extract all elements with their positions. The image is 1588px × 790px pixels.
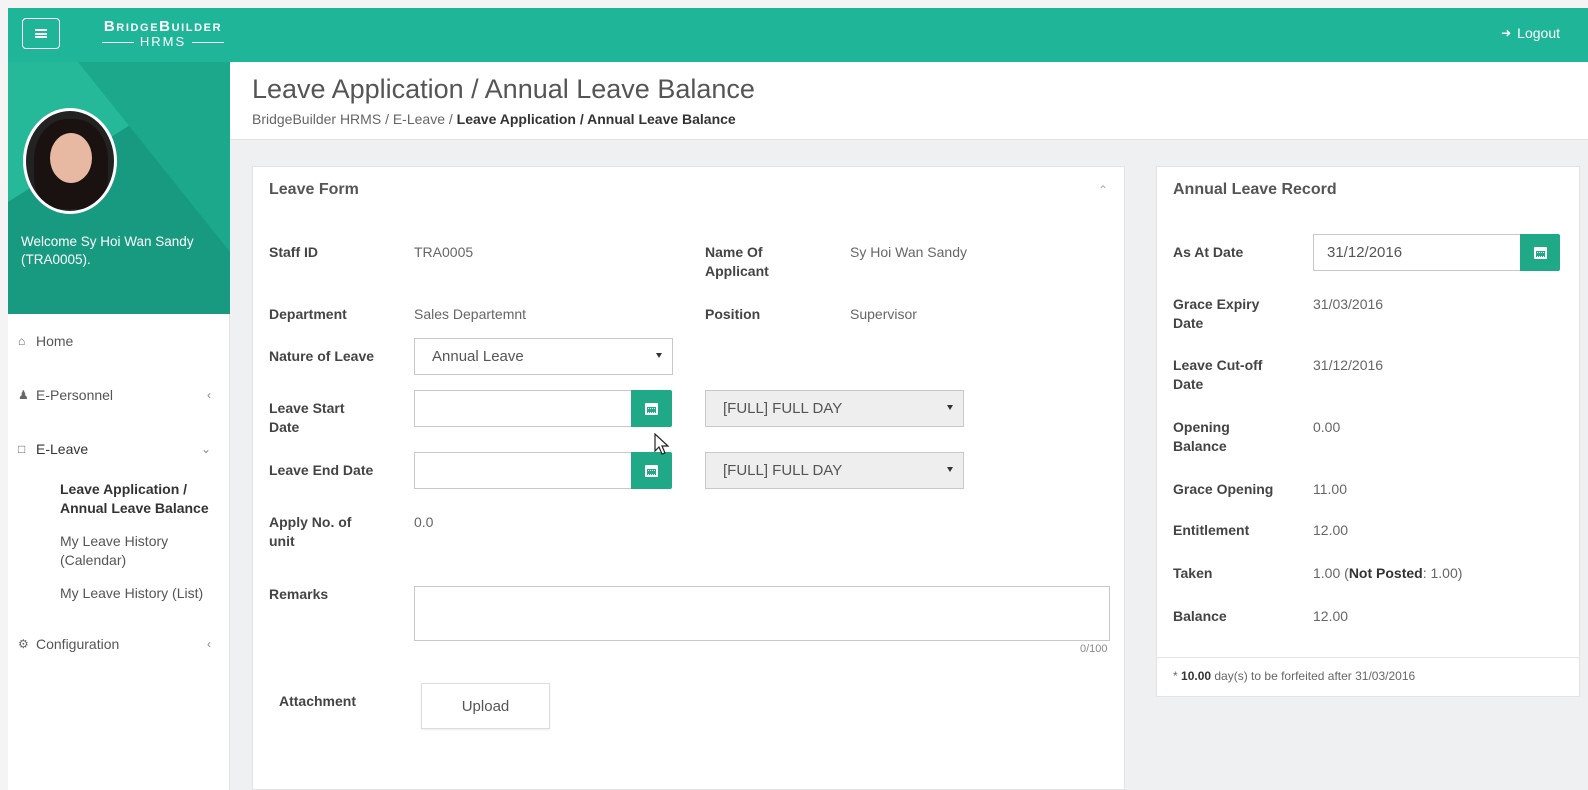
grace-expiry-date-label: Grace Expiry Date: [1173, 296, 1260, 331]
calendar-icon: [645, 464, 658, 477]
page-title: Leave Application / Annual Leave Balance: [252, 74, 755, 104]
avatar: [23, 108, 117, 214]
position-value: Supervisor: [850, 306, 917, 322]
department-value: Sales Departemnt: [414, 306, 527, 322]
start-period-select[interactable]: [FULL] FULL DAY: [705, 390, 964, 427]
annual-leave-record-panel: Annual Leave Record As At Date 31/12/201…: [1156, 166, 1580, 697]
sign-out-icon: ➜: [1501, 26, 1512, 40]
apply-units-value: 0.0: [414, 514, 434, 530]
opening-balance-value: 0.00: [1313, 419, 1341, 435]
sidebar-item-configuration[interactable]: ⚙ Configuration ‹: [8, 617, 229, 671]
leave-start-date-input[interactable]: [414, 390, 632, 427]
page-header: Leave Application / Annual Leave Balance…: [230, 62, 1588, 140]
grace-opening-value: 11.00: [1313, 481, 1347, 497]
chevron-up-icon[interactable]: ⌃: [1098, 183, 1108, 197]
chevron-left-icon: ‹: [207, 637, 211, 651]
as-at-date-input[interactable]: 31/12/2016: [1313, 234, 1521, 271]
app-window: BridgeBuilder HRMS ➜ Logout Welcome Sy H…: [8, 8, 1588, 790]
leave-form-panel: Leave Form ⌃ Staff ID TRA0005 Name Of Ap…: [252, 166, 1125, 790]
position-label: Position: [705, 306, 761, 322]
end-period-select[interactable]: [FULL] FULL DAY: [705, 452, 964, 489]
remarks-label: Remarks: [269, 586, 329, 602]
hamburger-icon: [35, 29, 47, 38]
applicant-name-value: Sy Hoi Wan Sandy: [850, 244, 967, 260]
annual-leave-record-title: Annual Leave Record: [1173, 181, 1337, 198]
cogs-icon: ⚙: [18, 637, 29, 651]
taken-value: 1.00 (Not Posted: 1.00): [1313, 565, 1463, 581]
brand-subtitle: HRMS: [139, 34, 187, 49]
department-label: Department: [269, 306, 347, 322]
sidebar-item-e-personnel[interactable]: ♟ E-Personnel ‹: [8, 368, 229, 422]
caret-down-icon: [947, 467, 953, 472]
leave-form-title: Leave Form: [269, 181, 359, 198]
leave-cutoff-date-label: Leave Cut-off Date: [1173, 357, 1263, 392]
leave-end-date-label: Leave End Date: [269, 462, 374, 478]
upload-button[interactable]: Upload: [421, 683, 550, 729]
staff-id-label: Staff ID: [269, 244, 318, 260]
welcome-text: Welcome Sy Hoi Wan Sandy (TRA0005).: [21, 234, 194, 267]
home-icon: ⌂: [18, 334, 26, 348]
balance-label: Balance: [1173, 608, 1227, 624]
logout-label: Logout: [1517, 25, 1560, 41]
not-posted-value: : 1.00): [1422, 565, 1463, 581]
breadcrumb-home[interactable]: BridgeBuilder HRMS: [252, 111, 381, 127]
breadcrumb-current: Leave Application / Annual Leave Balance: [456, 111, 736, 127]
apply-units-label: Apply No. of unit: [269, 514, 352, 549]
e-leave-submenu: Leave Application / Annual Leave Balance…: [8, 476, 229, 603]
balance-value: 12.00: [1313, 608, 1349, 624]
as-at-date-label: As At Date: [1173, 244, 1244, 260]
brand-name: BridgeBuilder: [103, 18, 223, 35]
submenu-leave-application[interactable]: Leave Application / Annual Leave Balance: [60, 480, 229, 518]
taken-label: Taken: [1173, 565, 1213, 581]
breadcrumb: BridgeBuilder HRMS / E-Leave / Leave App…: [252, 111, 736, 127]
forfeit-note: * 10.00 day(s) to be forfeited after 31/…: [1157, 657, 1579, 694]
not-posted-label: Not Posted: [1348, 565, 1423, 581]
brand-logo[interactable]: BridgeBuilder HRMS: [83, 19, 243, 49]
as-at-date-picker-button[interactable]: [1520, 234, 1560, 271]
sidebar-item-e-leave[interactable]: □ E-Leave ⌄: [8, 422, 229, 476]
caret-down-icon: [656, 353, 662, 358]
nature-of-leave-select[interactable]: Annual Leave: [414, 338, 673, 375]
mouse-cursor-icon: [654, 433, 670, 455]
opening-balance-label: Opening Balance: [1173, 419, 1230, 454]
applicant-name-label: Name Of Applicant: [705, 244, 769, 279]
staff-id-value: TRA0005: [414, 244, 474, 260]
breadcrumb-e-leave[interactable]: E-Leave: [393, 111, 445, 127]
nature-of-leave-label: Nature of Leave: [269, 348, 375, 364]
chevron-down-icon: ⌄: [200, 442, 211, 456]
entitlement-value: 12.00: [1313, 522, 1349, 538]
sidebar: Welcome Sy Hoi Wan Sandy (TRA0005). ⌂ Ho…: [8, 62, 230, 790]
calendar-icon: □: [18, 442, 26, 456]
sidebar-item-home[interactable]: ⌂ Home: [8, 314, 229, 368]
start-date-picker-button[interactable]: [631, 390, 672, 427]
remarks-char-counter: 0/100: [1080, 643, 1108, 655]
user-icon: ♟: [18, 388, 29, 402]
attachment-label: Attachment: [279, 693, 357, 709]
entitlement-label: Entitlement: [1173, 522, 1250, 538]
submenu-leave-history-list[interactable]: My Leave History (List): [60, 584, 229, 603]
leave-start-date-label: Leave Start Date: [269, 400, 345, 435]
profile-panel: Welcome Sy Hoi Wan Sandy (TRA0005).: [8, 62, 230, 314]
caret-down-icon: [947, 405, 953, 410]
grace-expiry-date-value: 31/03/2016: [1313, 296, 1384, 312]
grace-opening-label: Grace Opening: [1173, 481, 1274, 497]
calendar-icon: [1533, 246, 1547, 259]
menu-toggle-button[interactable]: [22, 18, 60, 49]
end-date-picker-button[interactable]: [631, 452, 672, 489]
sidebar-nav: ⌂ Home ♟ E-Personnel ‹ □ E-Leave ⌄: [8, 314, 229, 476]
remarks-textarea[interactable]: [414, 586, 1110, 641]
top-navbar: BridgeBuilder HRMS ➜ Logout: [8, 8, 1588, 62]
calendar-icon: [645, 402, 658, 415]
submenu-leave-history-calendar[interactable]: My Leave History (Calendar): [60, 532, 229, 570]
logout-button[interactable]: ➜ Logout: [1501, 25, 1560, 41]
leave-cutoff-date-value: 31/12/2016: [1313, 357, 1384, 373]
chevron-left-icon: ‹: [207, 388, 211, 402]
leave-end-date-input[interactable]: [414, 452, 632, 489]
